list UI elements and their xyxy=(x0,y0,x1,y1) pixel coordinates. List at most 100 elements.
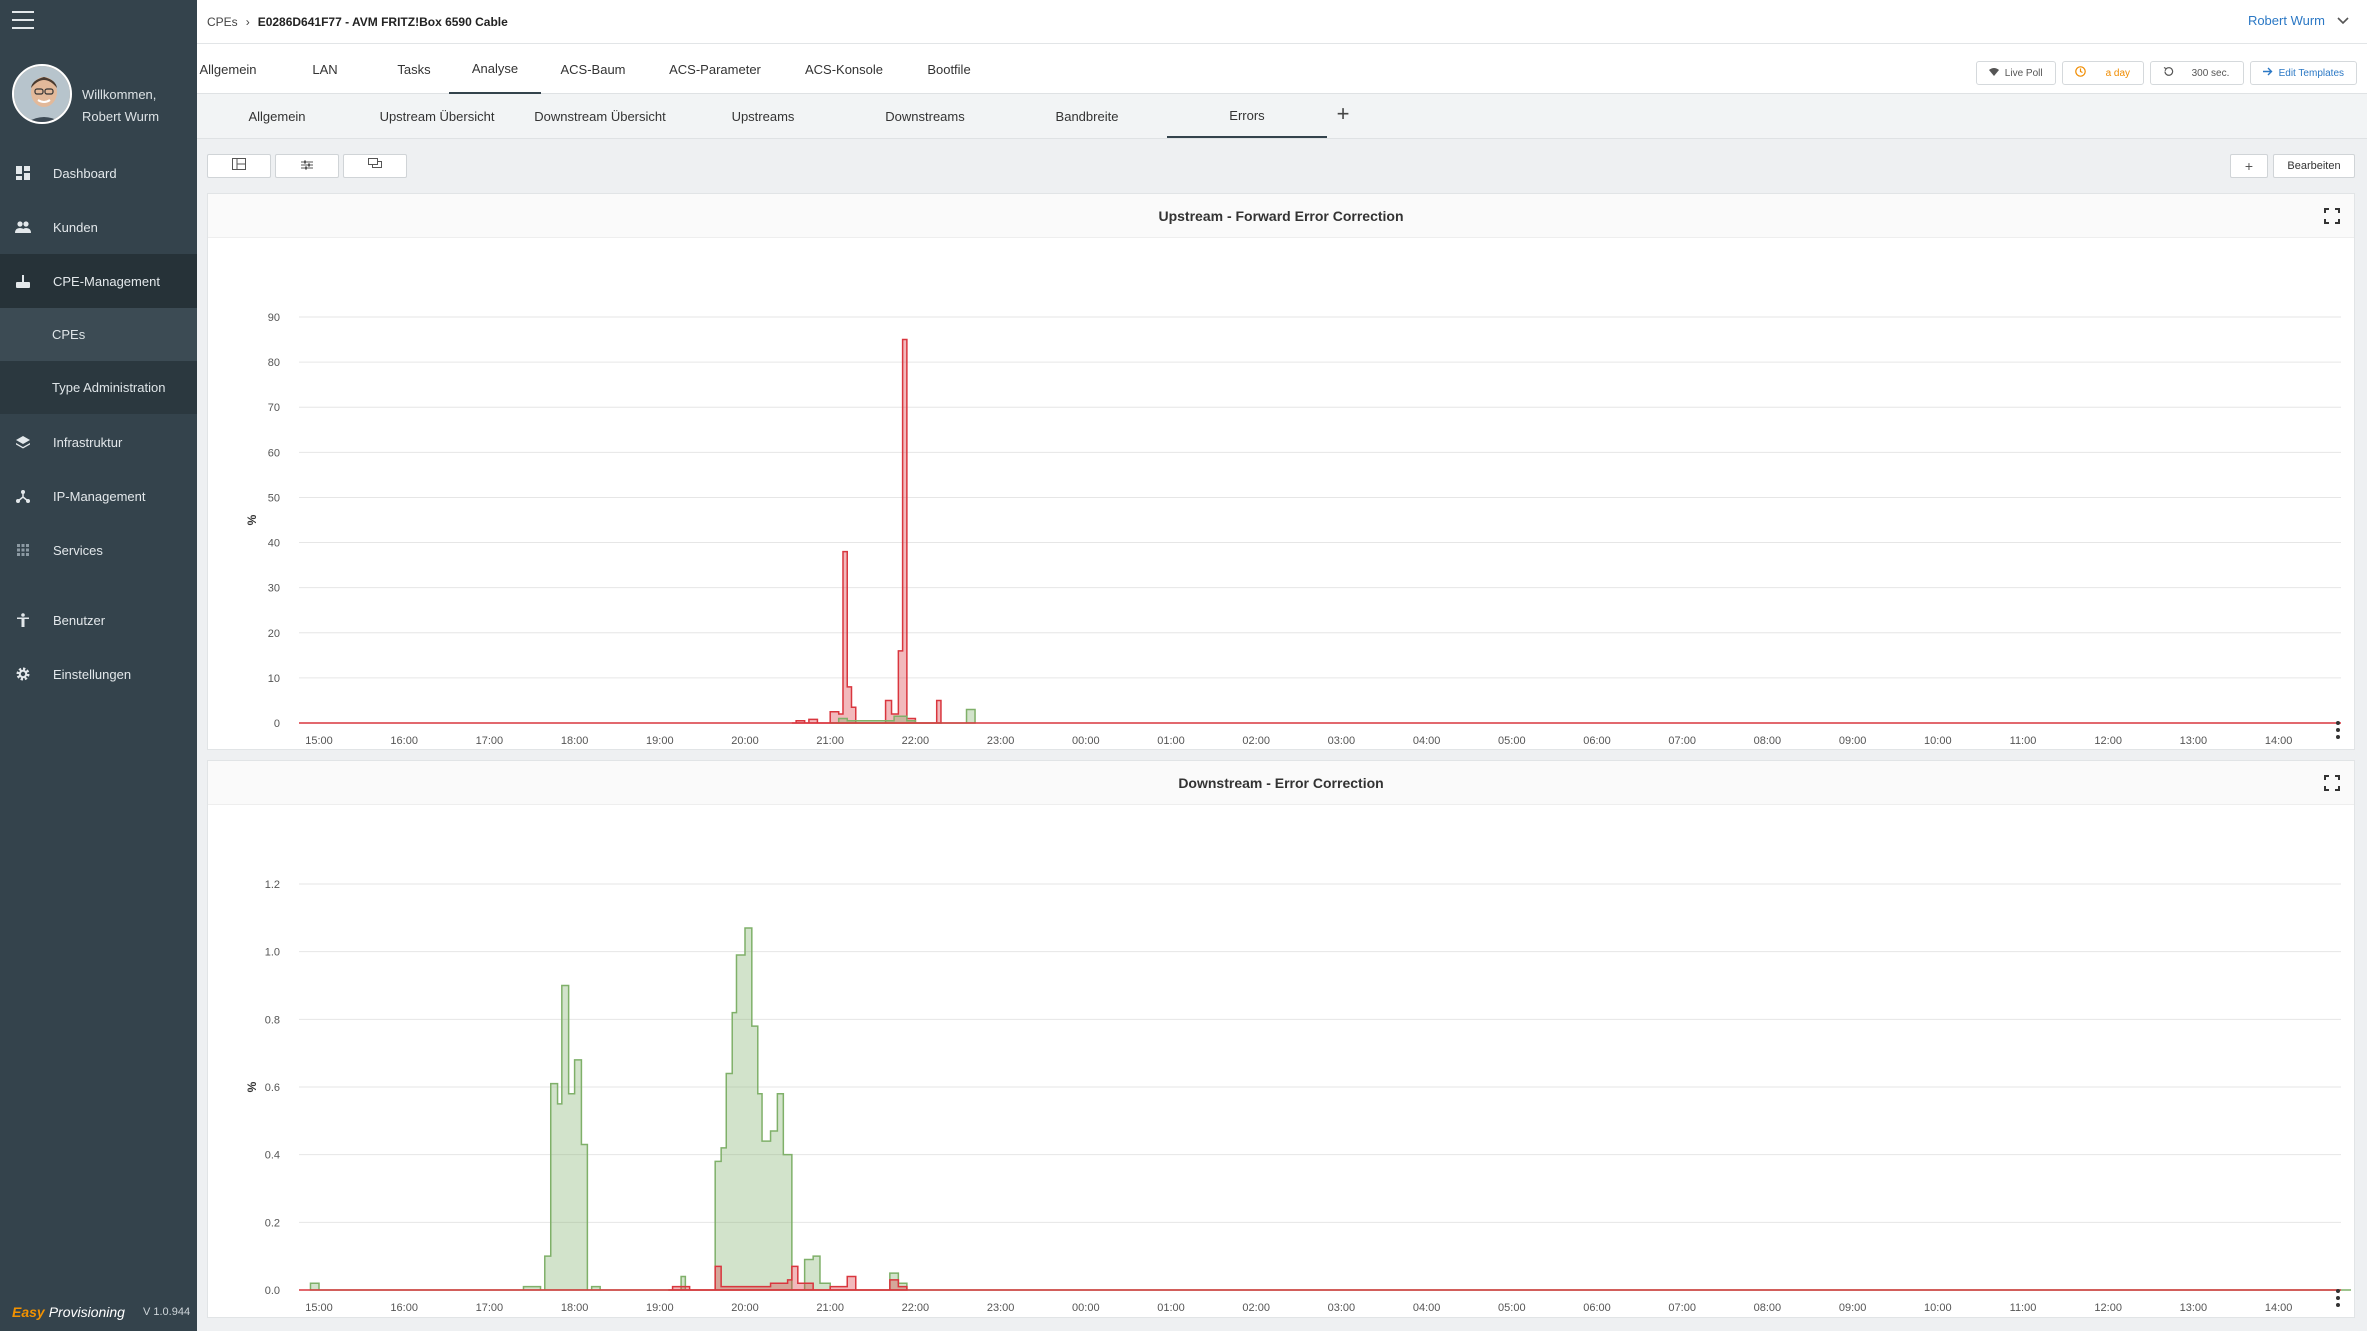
expand-icon[interactable] xyxy=(2324,775,2340,791)
add-tab-plus-icon[interactable]: + xyxy=(1331,101,1355,126)
time-range-label: a day xyxy=(2105,67,2131,79)
tab-label: ACS-Konsole xyxy=(804,61,884,77)
subtab-label: Errors xyxy=(1229,107,1265,123)
x-tick-label: 11:00 xyxy=(2010,735,2037,747)
expand-icon[interactable] xyxy=(2324,208,2340,224)
more-vert-icon[interactable] xyxy=(2336,1289,2340,1307)
brand-logo-easy: Easy xyxy=(12,1304,45,1320)
x-tick-label: 09:00 xyxy=(1839,735,1867,747)
chevron-down-icon[interactable] xyxy=(2337,13,2349,28)
x-tick-label: 02:00 xyxy=(1242,1302,1270,1314)
filter-settings-button[interactable] xyxy=(275,154,339,178)
x-tick-label: 10:00 xyxy=(1924,1302,1952,1314)
grid-icon xyxy=(15,542,31,558)
sidebar-item-label: Services xyxy=(53,542,103,558)
bearbeiten-button[interactable]: Bearbeiten xyxy=(2273,154,2355,178)
sidebar-item-dashboard[interactable]: Dashboard xyxy=(0,146,197,200)
user-menu[interactable]: Robert Wurm xyxy=(2248,13,2349,28)
subtab-upstream-uebersicht[interactable]: Upstream Übersicht xyxy=(357,94,517,139)
y-tick-label: 20 xyxy=(268,628,280,640)
chat-icon xyxy=(368,157,382,175)
sidebar-item-einstellungen[interactable]: Einstellungen xyxy=(0,647,197,701)
router-icon xyxy=(15,273,31,289)
sidebar-item-services[interactable]: Services xyxy=(0,523,197,577)
chart-panel-downstream-ec: Downstream - Error Correction 0.0 0.2 0.4 0… xyxy=(207,760,2355,1318)
welcome-user: Robert Wurm xyxy=(82,109,160,124)
x-tick-label: 00:00 xyxy=(1072,1302,1100,1314)
tab-lan[interactable]: LAN xyxy=(303,44,347,94)
breadcrumb-root-link[interactable]: CPEs xyxy=(207,15,238,29)
tab-analyse[interactable]: Analyse xyxy=(449,44,541,94)
y-tick-label: 90 xyxy=(268,312,280,324)
x-tick-label: 02:00 xyxy=(1242,735,1270,747)
sidebar-item-cpe-management[interactable]: CPE-Management xyxy=(0,254,197,308)
layout-toggle-button[interactable] xyxy=(207,154,271,178)
subtab-downstreams[interactable]: Downstreams xyxy=(843,94,1007,139)
y-tick-label: 0.8 xyxy=(265,1014,280,1026)
sidebar-item-label: Einstellungen xyxy=(53,666,132,682)
live-poll-button[interactable]: Live Poll xyxy=(1975,61,2056,85)
add-widget-button[interactable]: + xyxy=(2230,154,2268,178)
tab-acs-konsole[interactable]: ACS-Konsole xyxy=(801,44,887,94)
sidebar-subitem-cpes[interactable]: CPEs xyxy=(0,308,197,361)
sidebar-item-kunden[interactable]: Kunden xyxy=(0,200,197,254)
x-tick-label: 05:00 xyxy=(1498,1302,1526,1314)
x-tick-label: 15:00 xyxy=(305,735,333,747)
tab-allgemein[interactable]: Allgemein xyxy=(197,44,259,94)
chart-panel-upstream-fec: Upstream - Forward Error Correction 0 10 2… xyxy=(207,193,2355,750)
x-tick-label: 17:00 xyxy=(476,1302,504,1314)
edit-templates-label: Edit Templates xyxy=(2278,67,2344,79)
subtab-errors[interactable]: Errors xyxy=(1167,94,1327,138)
tab-bootfile[interactable]: Bootfile xyxy=(921,44,977,94)
gear-icon xyxy=(15,666,31,682)
x-tick-label: 05:00 xyxy=(1498,735,1526,747)
edit-templates-button[interactable]: Edit Templates xyxy=(2249,61,2357,85)
subtab-upstreams[interactable]: Upstreams xyxy=(683,94,843,139)
subtab-bandbreite[interactable]: Bandbreite xyxy=(1007,94,1167,139)
brand-logo-provisioning: Provisioning xyxy=(48,1304,125,1320)
more-vert-icon[interactable] xyxy=(2336,721,2340,739)
dashboard-icon xyxy=(15,165,31,181)
y-tick-label: 0 xyxy=(274,718,280,730)
x-tick-label: 16:00 xyxy=(390,1302,418,1314)
x-tick-label: 16:00 xyxy=(390,735,418,747)
history-icon xyxy=(2163,66,2174,80)
x-tick-label: 21:00 xyxy=(816,735,844,747)
clock-icon xyxy=(2074,66,2086,80)
tab-tasks[interactable]: Tasks xyxy=(387,44,441,94)
x-tick-label: 00:00 xyxy=(1072,735,1100,747)
x-tick-label: 14:00 xyxy=(2265,1302,2293,1314)
sidebar-footer: Easy Provisioning V 1.0.944 xyxy=(12,1304,190,1320)
hamburger-menu-icon[interactable] xyxy=(12,11,34,31)
x-tick-label: 07:00 xyxy=(1668,735,1696,747)
x-tick-label: 15:00 xyxy=(305,1302,333,1314)
chart-title: Downstream - Error Correction xyxy=(1178,774,1384,791)
y-tick-label: 0.2 xyxy=(265,1217,280,1229)
sidebar-item-label: IP-Management xyxy=(53,488,146,504)
tab-acs-baum[interactable]: ACS-Baum xyxy=(555,44,631,94)
x-tick-label: 20:00 xyxy=(731,1302,759,1314)
refresh-interval-button[interactable]: 300 sec. xyxy=(2149,61,2244,85)
subtab-label: Downstream Übersicht xyxy=(534,109,666,124)
sidebar-item-benutzer[interactable]: Benutzer xyxy=(0,593,197,647)
add-widget-label: + xyxy=(2244,158,2254,174)
avatar xyxy=(12,64,72,124)
user-name[interactable]: Robert Wurm xyxy=(2248,13,2325,28)
time-range-button[interactable]: a day xyxy=(2061,61,2144,85)
y-tick-label: 0.6 xyxy=(265,1082,280,1094)
x-tick-label: 06:00 xyxy=(1583,735,1611,747)
sidebar-item-ip-management[interactable]: IP-Management xyxy=(0,469,197,523)
subtab-label: Downstreams xyxy=(885,109,965,124)
y-tick-label: 80 xyxy=(268,357,280,369)
x-tick-label: 18:00 xyxy=(561,1302,589,1314)
accessibility-icon xyxy=(15,612,31,628)
x-tick-label: 10:00 xyxy=(1924,735,1952,747)
subtab-downstream-uebersicht[interactable]: Downstream Übersicht xyxy=(517,94,683,139)
sidebar-item-infrastruktur[interactable]: Infrastruktur xyxy=(0,415,197,469)
sidebar-subitem-type-administration[interactable]: Type Administration xyxy=(0,361,197,414)
x-tick-label: 23:00 xyxy=(987,735,1015,747)
subtab-allgemein[interactable]: Allgemein xyxy=(197,94,357,139)
comments-button[interactable] xyxy=(343,154,407,178)
tab-acs-parameter[interactable]: ACS-Parameter xyxy=(667,44,763,94)
x-tick-label: 04:00 xyxy=(1413,1302,1441,1314)
